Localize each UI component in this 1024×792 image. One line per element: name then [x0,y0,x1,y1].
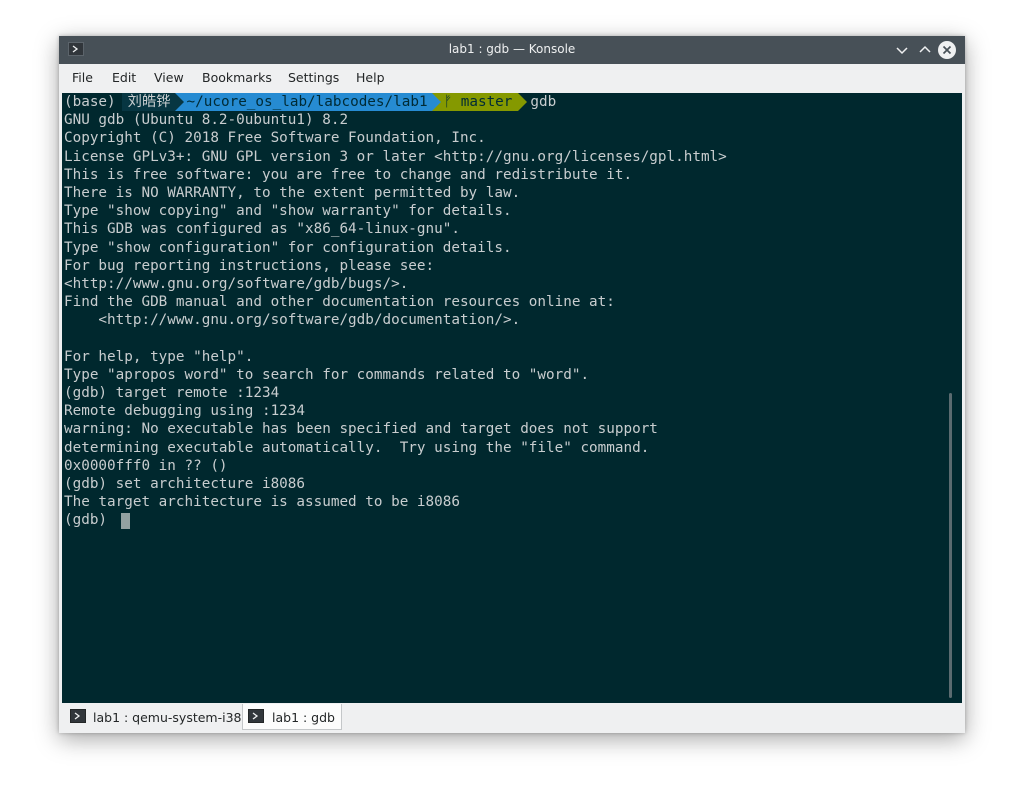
menu-view[interactable]: View [154,70,184,85]
terminal-icon [248,709,264,723]
terminal-line: For help, type "help". [64,348,254,365]
terminal-output: GNU gdb (Ubuntu 8.2-0ubuntu1) 8.2 Copyrig… [64,111,727,529]
terminal-scrollbar[interactable] [949,393,952,698]
terminal-line: <http://www.gnu.org/software/gdb/documen… [64,312,521,329]
terminal-line: Find the GDB manual and other documentat… [64,294,615,311]
terminal-line: 0x0000fff0 in ?? () [64,457,228,474]
terminal-line: Type "show copying" and "show warranty" … [64,203,512,220]
terminal-line: There is NO WARRANTY, to the extent perm… [64,184,521,201]
shell-prompt: (base) 刘皓铧 ~/ucore_os_lab/labcodes/lab1 … [64,93,556,111]
terminal-line: Remote debugging using :1234 [64,403,306,420]
menu-help[interactable]: Help [356,70,385,85]
terminal-line: Type "show configuration" for configurat… [64,239,512,256]
terminal-line: (gdb) set architecture i8086 [64,475,306,492]
terminal-line: Copyright (C) 2018 Free Software Foundat… [64,130,486,147]
title-bar[interactable]: lab1 : gdb — Konsole [59,36,965,64]
chevron-up-icon [919,45,931,53]
maximize-button[interactable] [915,40,935,60]
terminal-icon [70,709,86,723]
terminal-line: This GDB was configured as "x86_64-linux… [64,221,460,238]
terminal-line: Type "apropos word" to search for comman… [64,366,590,383]
close-icon [938,41,956,59]
menu-settings[interactable]: Settings [288,70,339,85]
tab-bar: lab1 : qemu-system-i38 lab1 : gdb [59,703,965,733]
powerline-arrow-icon [174,93,184,111]
prompt-git-segment: ᚠ master [431,93,528,111]
terminal-line: This is free software: you are free to c… [64,166,633,183]
terminal-line: For bug reporting instructions, please s… [64,257,435,274]
powerline-arrow-icon [518,93,528,111]
tab-label: lab1 : qemu-system-i38 [93,710,242,725]
prompt-user: 刘皓铧 [127,94,171,110]
tab-gdb[interactable]: lab1 : gdb [242,704,342,730]
terminal-line: The target architecture is assumed to be… [64,494,460,511]
terminal-line: License GPLv3+: GNU GPL version 3 or lat… [64,148,727,165]
terminal-line: (gdb) [64,512,116,529]
tab-label: lab1 : gdb [272,710,335,725]
menu-bookmarks[interactable]: Bookmarks [202,70,272,85]
terminal-line: <http://www.gnu.org/software/gdb/bugs/>. [64,275,409,292]
prompt-dir-segment: ~/ucore_os_lab/labcodes/lab1 [174,93,441,111]
menu-bar: File Edit View Bookmarks Settings Help [59,64,965,92]
menu-edit[interactable]: Edit [112,70,136,85]
prompt-dir: ~/ucore_os_lab/labcodes/lab1 [186,94,428,110]
terminal-line: warning: No executable has been specifie… [64,421,658,438]
prompt-env: (base) [64,94,116,110]
terminal-line: determining executable automatically. Tr… [64,439,650,456]
chevron-down-icon [896,47,908,55]
terminal-line: GNU gdb (Ubuntu 8.2-0ubuntu1) 8.2 [64,112,349,129]
terminal-cursor [121,513,130,529]
window-title: lab1 : gdb — Konsole [448,42,576,56]
menu-file[interactable]: File [72,70,93,85]
konsole-window: lab1 : gdb — Konsole File Edit View Book… [59,36,965,733]
tab-qemu[interactable]: lab1 : qemu-system-i38 [66,704,242,730]
close-button[interactable] [937,40,957,60]
terminal-area[interactable]: (base) 刘皓铧 ~/ucore_os_lab/labcodes/lab1 … [62,93,962,703]
prompt-user-segment: 刘皓铧 [121,93,184,111]
terminal-line: (gdb) target remote :1234 [64,385,280,401]
prompt-git-branch: ᚠ master [443,94,513,110]
powerline-arrow-icon [431,93,441,111]
minimize-button[interactable] [892,40,912,60]
